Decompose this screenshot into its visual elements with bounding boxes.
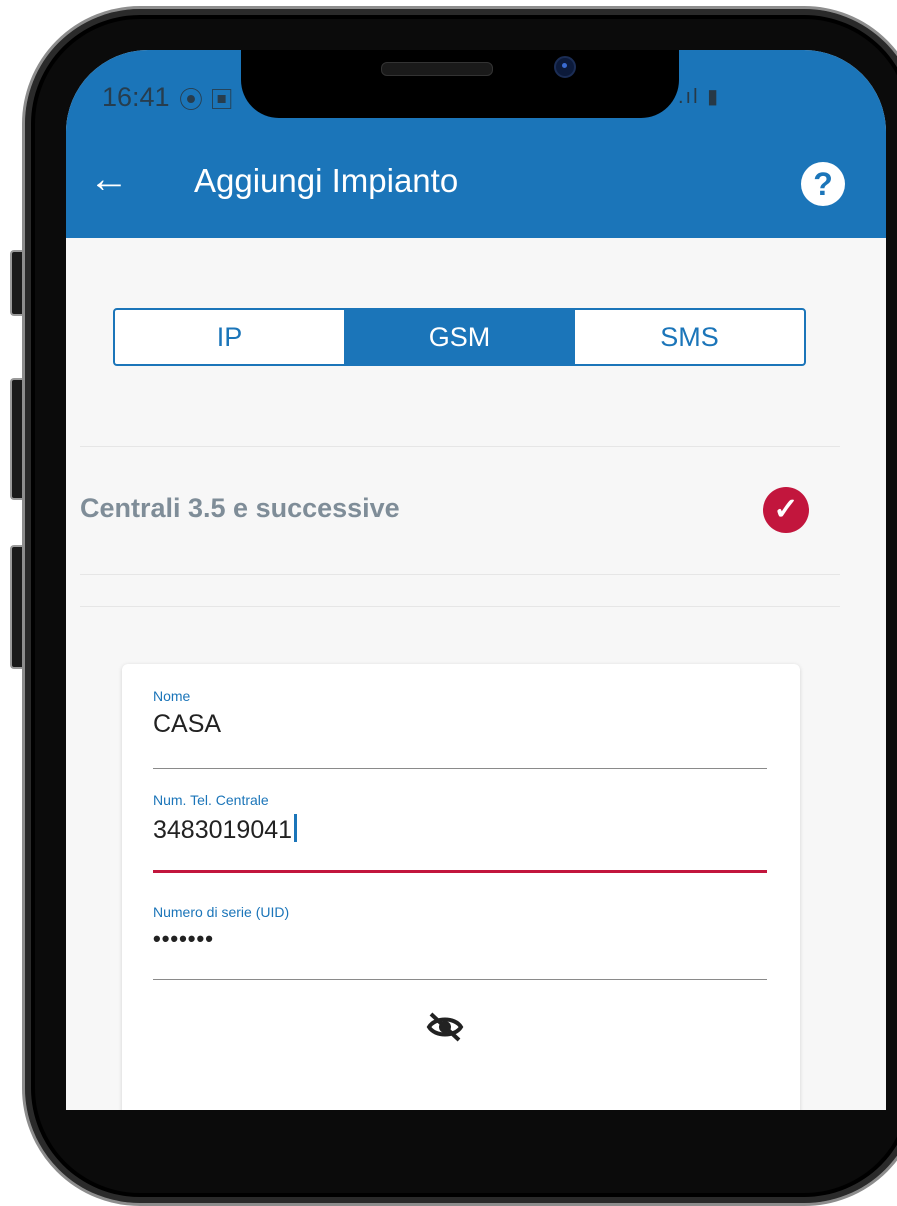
phone-label: Num. Tel. Centrale xyxy=(153,792,269,808)
phone-side-button-top xyxy=(10,250,22,316)
name-underline xyxy=(153,768,767,769)
eye-off-icon[interactable] xyxy=(423,1010,467,1044)
form-card: Nome CASA Num. Tel. Centrale 3483019041 … xyxy=(122,664,800,1110)
name-input[interactable]: CASA xyxy=(153,710,767,739)
help-icon[interactable]: ? xyxy=(801,162,845,206)
signal-battery-icon: .ıl ▮ xyxy=(678,86,721,108)
speaker-grille xyxy=(381,62,493,76)
phone-screen: 16:41 ⦿ ▣ .ıl ▮ ← Aggiungi Impianto ? IP… xyxy=(66,50,886,1110)
phone-side-button-middle xyxy=(10,378,22,500)
divider xyxy=(80,574,840,575)
tab-ip[interactable]: IP xyxy=(115,310,344,364)
phone-field[interactable]: Num. Tel. Centrale 3483019041 xyxy=(153,792,767,873)
page-title: Aggiungi Impianto xyxy=(194,162,459,199)
tab-sms[interactable]: SMS xyxy=(574,310,804,364)
tab-gsm[interactable]: GSM xyxy=(344,310,574,364)
status-notification-icons: ⦿ ▣ xyxy=(179,87,234,114)
camera-notch xyxy=(241,50,679,118)
phone-side-button-bottom xyxy=(10,545,22,669)
phone-input[interactable]: 3483019041 xyxy=(153,814,767,845)
section-title[interactable]: Centrali 3.5 e successive xyxy=(80,493,400,524)
serial-underline xyxy=(153,979,767,980)
phone-value: 3483019041 xyxy=(153,816,293,844)
divider xyxy=(80,446,840,447)
checkmark-icon[interactable]: ✓ xyxy=(763,487,809,533)
serial-input[interactable]: ••••••• xyxy=(153,926,767,952)
name-field[interactable]: Nome CASA xyxy=(153,688,767,769)
phone-underline-focused xyxy=(153,870,767,873)
connection-type-tabs: IP GSM SMS xyxy=(113,308,806,366)
serial-label: Numero di serie (UID) xyxy=(153,904,290,920)
back-arrow-icon[interactable]: ← xyxy=(84,154,134,204)
name-label: Nome xyxy=(153,688,191,704)
status-time: 16:41 xyxy=(102,82,170,112)
serial-field[interactable]: Numero di serie (UID) ••••••• xyxy=(153,904,767,980)
app-bar: ← Aggiungi Impianto ? xyxy=(66,124,886,238)
front-camera xyxy=(554,56,576,78)
text-caret xyxy=(294,814,298,842)
divider xyxy=(80,606,840,607)
